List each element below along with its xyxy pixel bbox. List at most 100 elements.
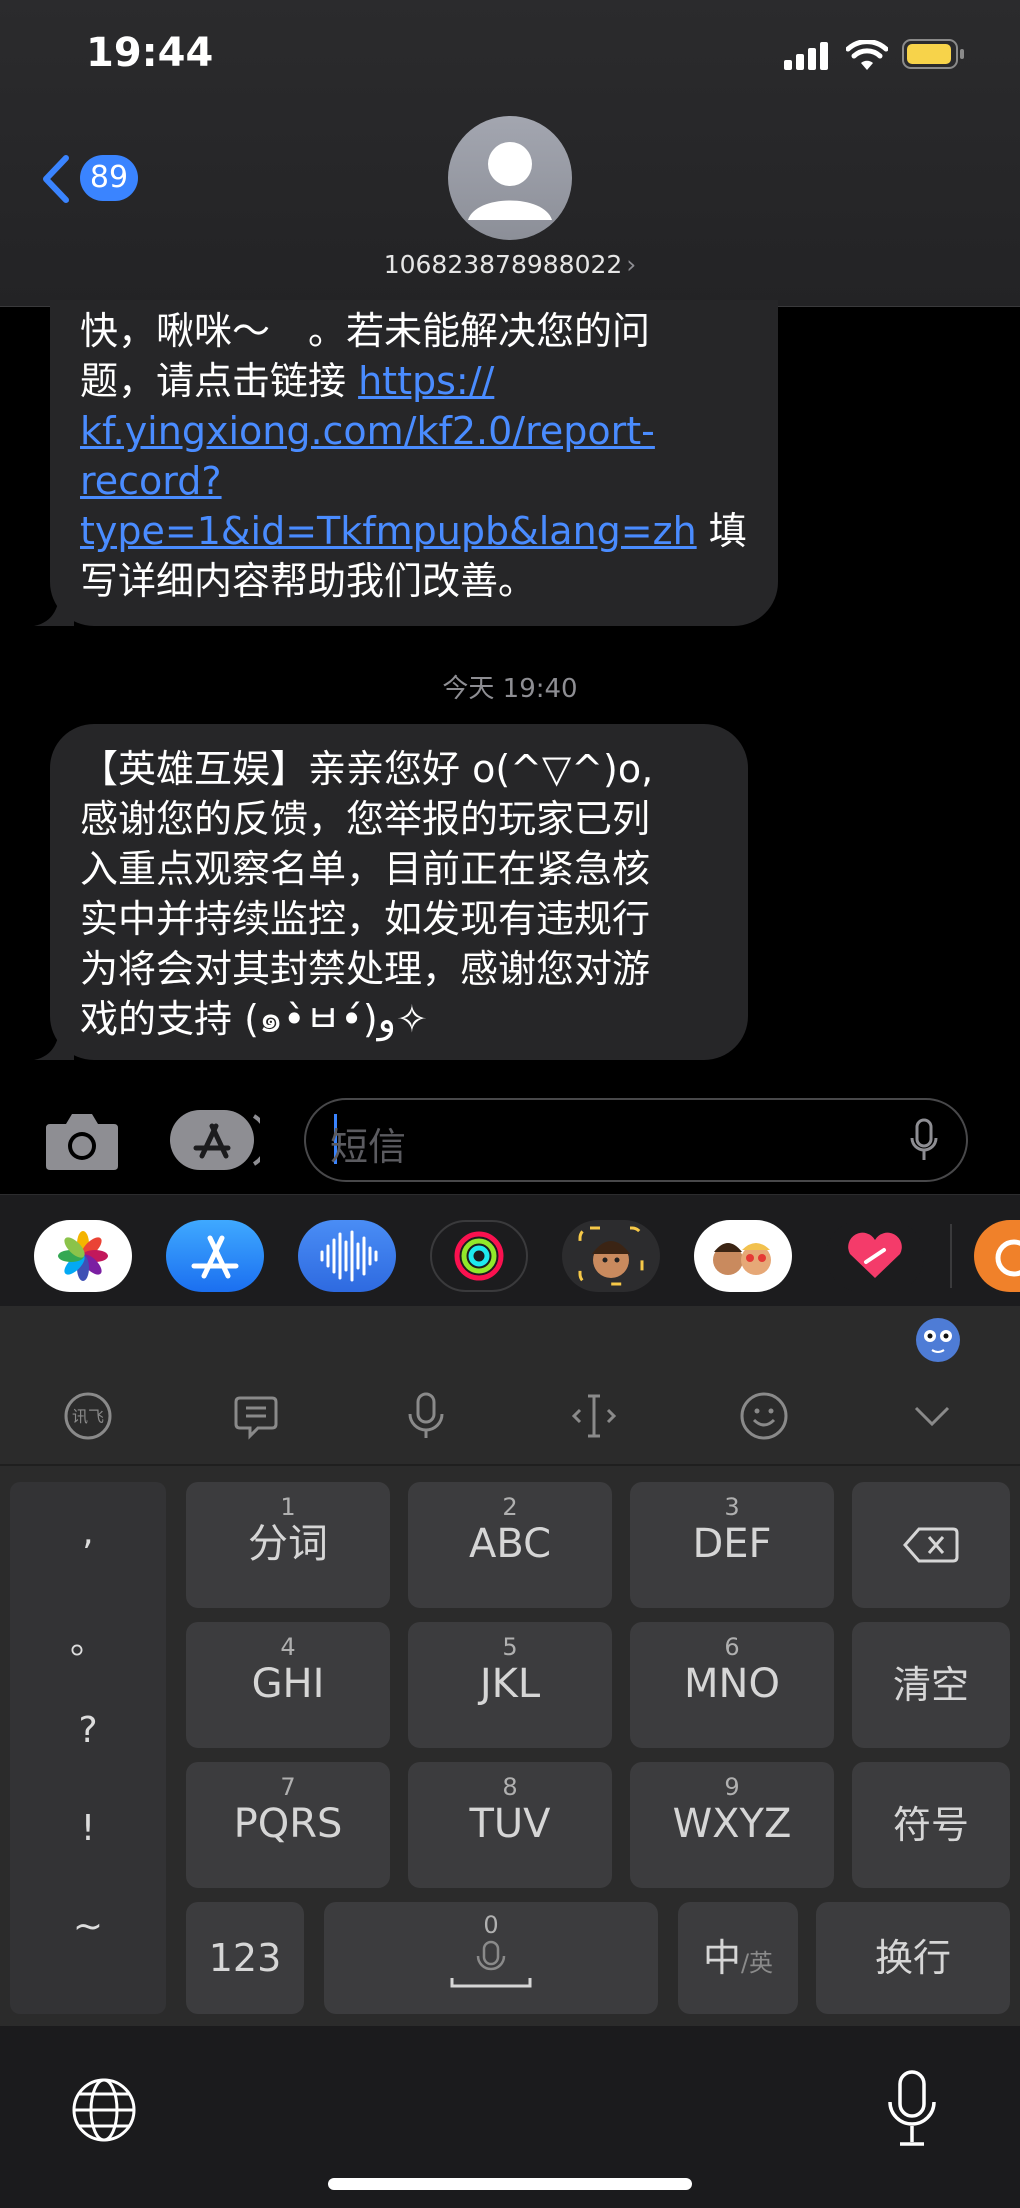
report-link-part[interactable]: type=1&id=Tkfmpupb&lang=zh: [80, 509, 697, 553]
message-timestamp: 今天 19:40: [442, 674, 578, 704]
chevron-right-icon: ›: [626, 250, 637, 279]
home-indicator[interactable]: [328, 2178, 692, 2190]
battery-icon: [902, 39, 964, 69]
key-2[interactable]: 2 ABC: [408, 1482, 612, 1608]
contact-number-text: 106823878988022: [383, 250, 623, 279]
message-bubble-2[interactable]: 【英雄互娱】亲亲您好 o(^▽^)o, 感谢您的反馈，您举报的玩家已列 入重点观…: [50, 724, 748, 1060]
key-3[interactable]: 3 DEF: [630, 1482, 834, 1608]
message-line: 快，啾咪～ 。若未能解决您的问: [80, 309, 651, 353]
bubble-tail: [34, 586, 74, 626]
report-link-part[interactable]: record?: [80, 456, 748, 506]
key-number: 2: [502, 1493, 518, 1521]
key-number: 7: [280, 1773, 296, 1801]
wifi-icon: [846, 40, 888, 70]
punct-question-key[interactable]: ?: [10, 1710, 166, 1751]
message-line: type=1&id=Tkfmpupb&lang=zh 填: [80, 506, 748, 556]
key-number: 9: [724, 1773, 740, 1801]
key-9[interactable]: 9 WXYZ: [630, 1762, 834, 1888]
key-label: GHI: [251, 1661, 325, 1707]
space-mic-icon: [450, 1940, 532, 1988]
memoji-icon[interactable]: [562, 1220, 660, 1292]
lang-main: 中: [702, 1936, 741, 1980]
status-time: 19:44: [86, 30, 214, 76]
apps-button-icon[interactable]: [170, 1108, 260, 1172]
cursor-icon[interactable]: [564, 1386, 624, 1446]
message-line: 为将会对其封禁处理，感谢您对游: [80, 947, 651, 991]
audio-message-icon[interactable]: [298, 1220, 396, 1292]
person-icon: [468, 142, 552, 220]
drawer-divider: [950, 1224, 952, 1288]
return-key[interactable]: 换行: [816, 1902, 1010, 2014]
lang-sub: /英: [740, 1949, 774, 1977]
delete-key[interactable]: [852, 1482, 1010, 1608]
key-4[interactable]: 4 GHI: [186, 1622, 390, 1748]
key-5[interactable]: 5 JKL: [408, 1622, 612, 1748]
message-line: 写详细内容帮助我们改善。: [80, 559, 537, 603]
message-text: 题，请点击链接: [80, 359, 359, 403]
clear-key[interactable]: 清空: [852, 1622, 1010, 1748]
key-8[interactable]: 8 TUV: [408, 1762, 612, 1888]
back-chevron-icon[interactable]: [40, 154, 72, 204]
bubble-tail: [34, 1020, 74, 1060]
key-number: 3: [724, 1493, 740, 1521]
message-line: 【英雄互娱】亲亲您好 o(^▽^)o,: [80, 747, 654, 791]
punct-comma-key[interactable]: ,: [10, 1512, 166, 1553]
message-line: 题，请点击链接 https://: [80, 356, 748, 406]
toolbar-divider: [0, 1464, 1020, 1466]
message-bubble-1[interactable]: 快，啾咪～ 。若未能解决您的问 题，请点击链接 https:// kf.ying…: [50, 300, 778, 626]
key-label: WXYZ: [672, 1801, 792, 1847]
key-6[interactable]: 6 MNO: [630, 1622, 834, 1748]
key-number: 6: [724, 1633, 740, 1661]
key-label: ABC: [468, 1521, 552, 1567]
key-1[interactable]: 1 分词: [186, 1482, 390, 1608]
unread-count-badge[interactable]: 89: [80, 155, 138, 201]
key-label: TUV: [469, 1801, 551, 1847]
punct-tilde-key[interactable]: ~: [10, 1906, 166, 1947]
key-label: 分词: [248, 1521, 328, 1567]
dictation-mic-icon[interactable]: [910, 1118, 938, 1164]
app-store-icon[interactable]: [166, 1220, 264, 1292]
numbers-key[interactable]: 123: [186, 1902, 304, 2014]
punct-period-key[interactable]: 。: [10, 1612, 166, 1664]
voice-icon[interactable]: [396, 1386, 456, 1446]
symbols-key[interactable]: 符号: [852, 1762, 1010, 1888]
collapse-icon[interactable]: [902, 1386, 962, 1446]
cellular-signal-icon: [784, 42, 828, 70]
message-line: 入重点观察名单，目前正在紧急核: [80, 847, 651, 891]
message-line: 感谢您的反馈，您举报的玩家已列: [80, 797, 651, 841]
message-line: 实中并持续监控，如发现有违规行: [80, 897, 651, 941]
key-number: 1: [280, 1493, 296, 1521]
message-text: 填: [696, 509, 747, 553]
camera-icon[interactable]: [44, 1110, 120, 1172]
xunfei-logo-icon[interactable]: 讯飞: [58, 1386, 118, 1446]
digital-touch-icon[interactable]: [826, 1220, 924, 1292]
space-key[interactable]: 0: [324, 1902, 658, 2014]
key-label: PQRS: [233, 1801, 343, 1847]
message-line: 戏的支持 (๑•̀ㅂ•́)و✧: [80, 997, 428, 1041]
delete-icon: [903, 1527, 959, 1563]
key-label: DEF: [692, 1521, 772, 1567]
assistant-bird-icon[interactable]: [912, 1314, 964, 1364]
key-number: 5: [502, 1633, 518, 1661]
message-input-placeholder: 短信: [330, 1125, 407, 1169]
key-label: JKL: [479, 1661, 541, 1707]
language-switch-key[interactable]: 中/英: [678, 1902, 798, 2014]
key-number: 8: [502, 1773, 518, 1801]
dictation-mic-icon[interactable]: [886, 2068, 938, 2150]
contact-avatar[interactable]: [448, 116, 572, 240]
memoji-stickers-icon[interactable]: [694, 1220, 792, 1292]
report-link-part[interactable]: kf.yingxiong.com/kf2.0/report-: [80, 406, 748, 456]
photos-icon[interactable]: [34, 1220, 132, 1292]
space-number: 0: [483, 1911, 499, 1939]
clipboard-icon[interactable]: [226, 1386, 286, 1446]
key-label: MNO: [684, 1661, 780, 1707]
svg-text:讯飞: 讯飞: [72, 1408, 104, 1426]
key-7[interactable]: 7 PQRS: [186, 1762, 390, 1888]
emoji-icon[interactable]: [734, 1386, 794, 1446]
contact-number[interactable]: 106823878988022 ›: [360, 250, 660, 279]
globe-icon[interactable]: [70, 2076, 138, 2144]
report-link-part[interactable]: https://: [358, 359, 494, 403]
punct-exclaim-key[interactable]: !: [10, 1808, 166, 1849]
activity-icon[interactable]: [430, 1220, 528, 1292]
key-number: 4: [280, 1633, 296, 1661]
